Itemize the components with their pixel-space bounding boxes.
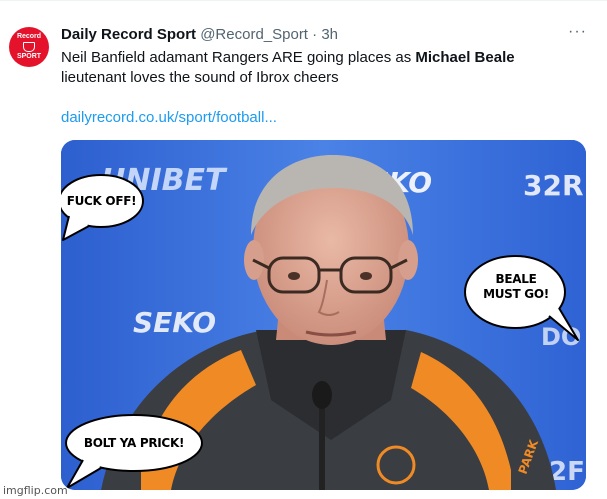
tweet-text-part: lieutenant loves the sound of Ibrox chee… [61,69,339,86]
tweet-text: Neil Banfield adamant Rangers ARE going … [61,48,581,88]
microphone-stand [319,395,325,490]
avatar-sublabel: SPORT [16,53,42,60]
timestamp[interactable]: 3h [321,26,338,43]
author-name[interactable]: Daily Record Sport [61,26,196,43]
avatar-label: Record [16,33,42,40]
bubble-text: BOLT YA PRICK! [83,436,185,450]
bubble-text: BEALE MUST GO! [469,272,563,302]
tweet-text-bold: Michael Beale [415,49,515,66]
more-horizontal-icon[interactable]: ··· [568,23,587,41]
crest-icon [23,42,35,52]
microphone [312,381,332,409]
author-avatar[interactable]: Record SPORT [9,27,49,67]
article-link[interactable]: dailyrecord.co.uk/sport/football... [61,109,277,126]
bubble-text-line: MUST GO! [483,287,549,301]
eye [360,272,372,280]
sponsor-logo: 32R [523,169,584,202]
sponsor-logo: SEKO [133,306,216,339]
bubble-text-line: BEALE [495,272,537,286]
tweet-header: Daily Record Sport @Record_Sport · 3h [61,26,338,43]
bubble-text: FUCK OFF! [66,194,137,208]
eye [288,272,300,280]
author-handle[interactable]: @Record_Sport [200,26,308,43]
tweet-media-image[interactable]: UNIBET SEKO 32R SEKO DO 2F 32Red PARK [61,140,586,490]
ear [398,240,418,280]
tweet-text-part: Neil Banfield adamant Rangers ARE going … [61,49,416,66]
separator: · [312,26,318,43]
tweet-card[interactable]: Record SPORT Daily Record Sport @Record_… [0,0,607,499]
imgflip-watermark: imgflip.com [3,484,68,497]
